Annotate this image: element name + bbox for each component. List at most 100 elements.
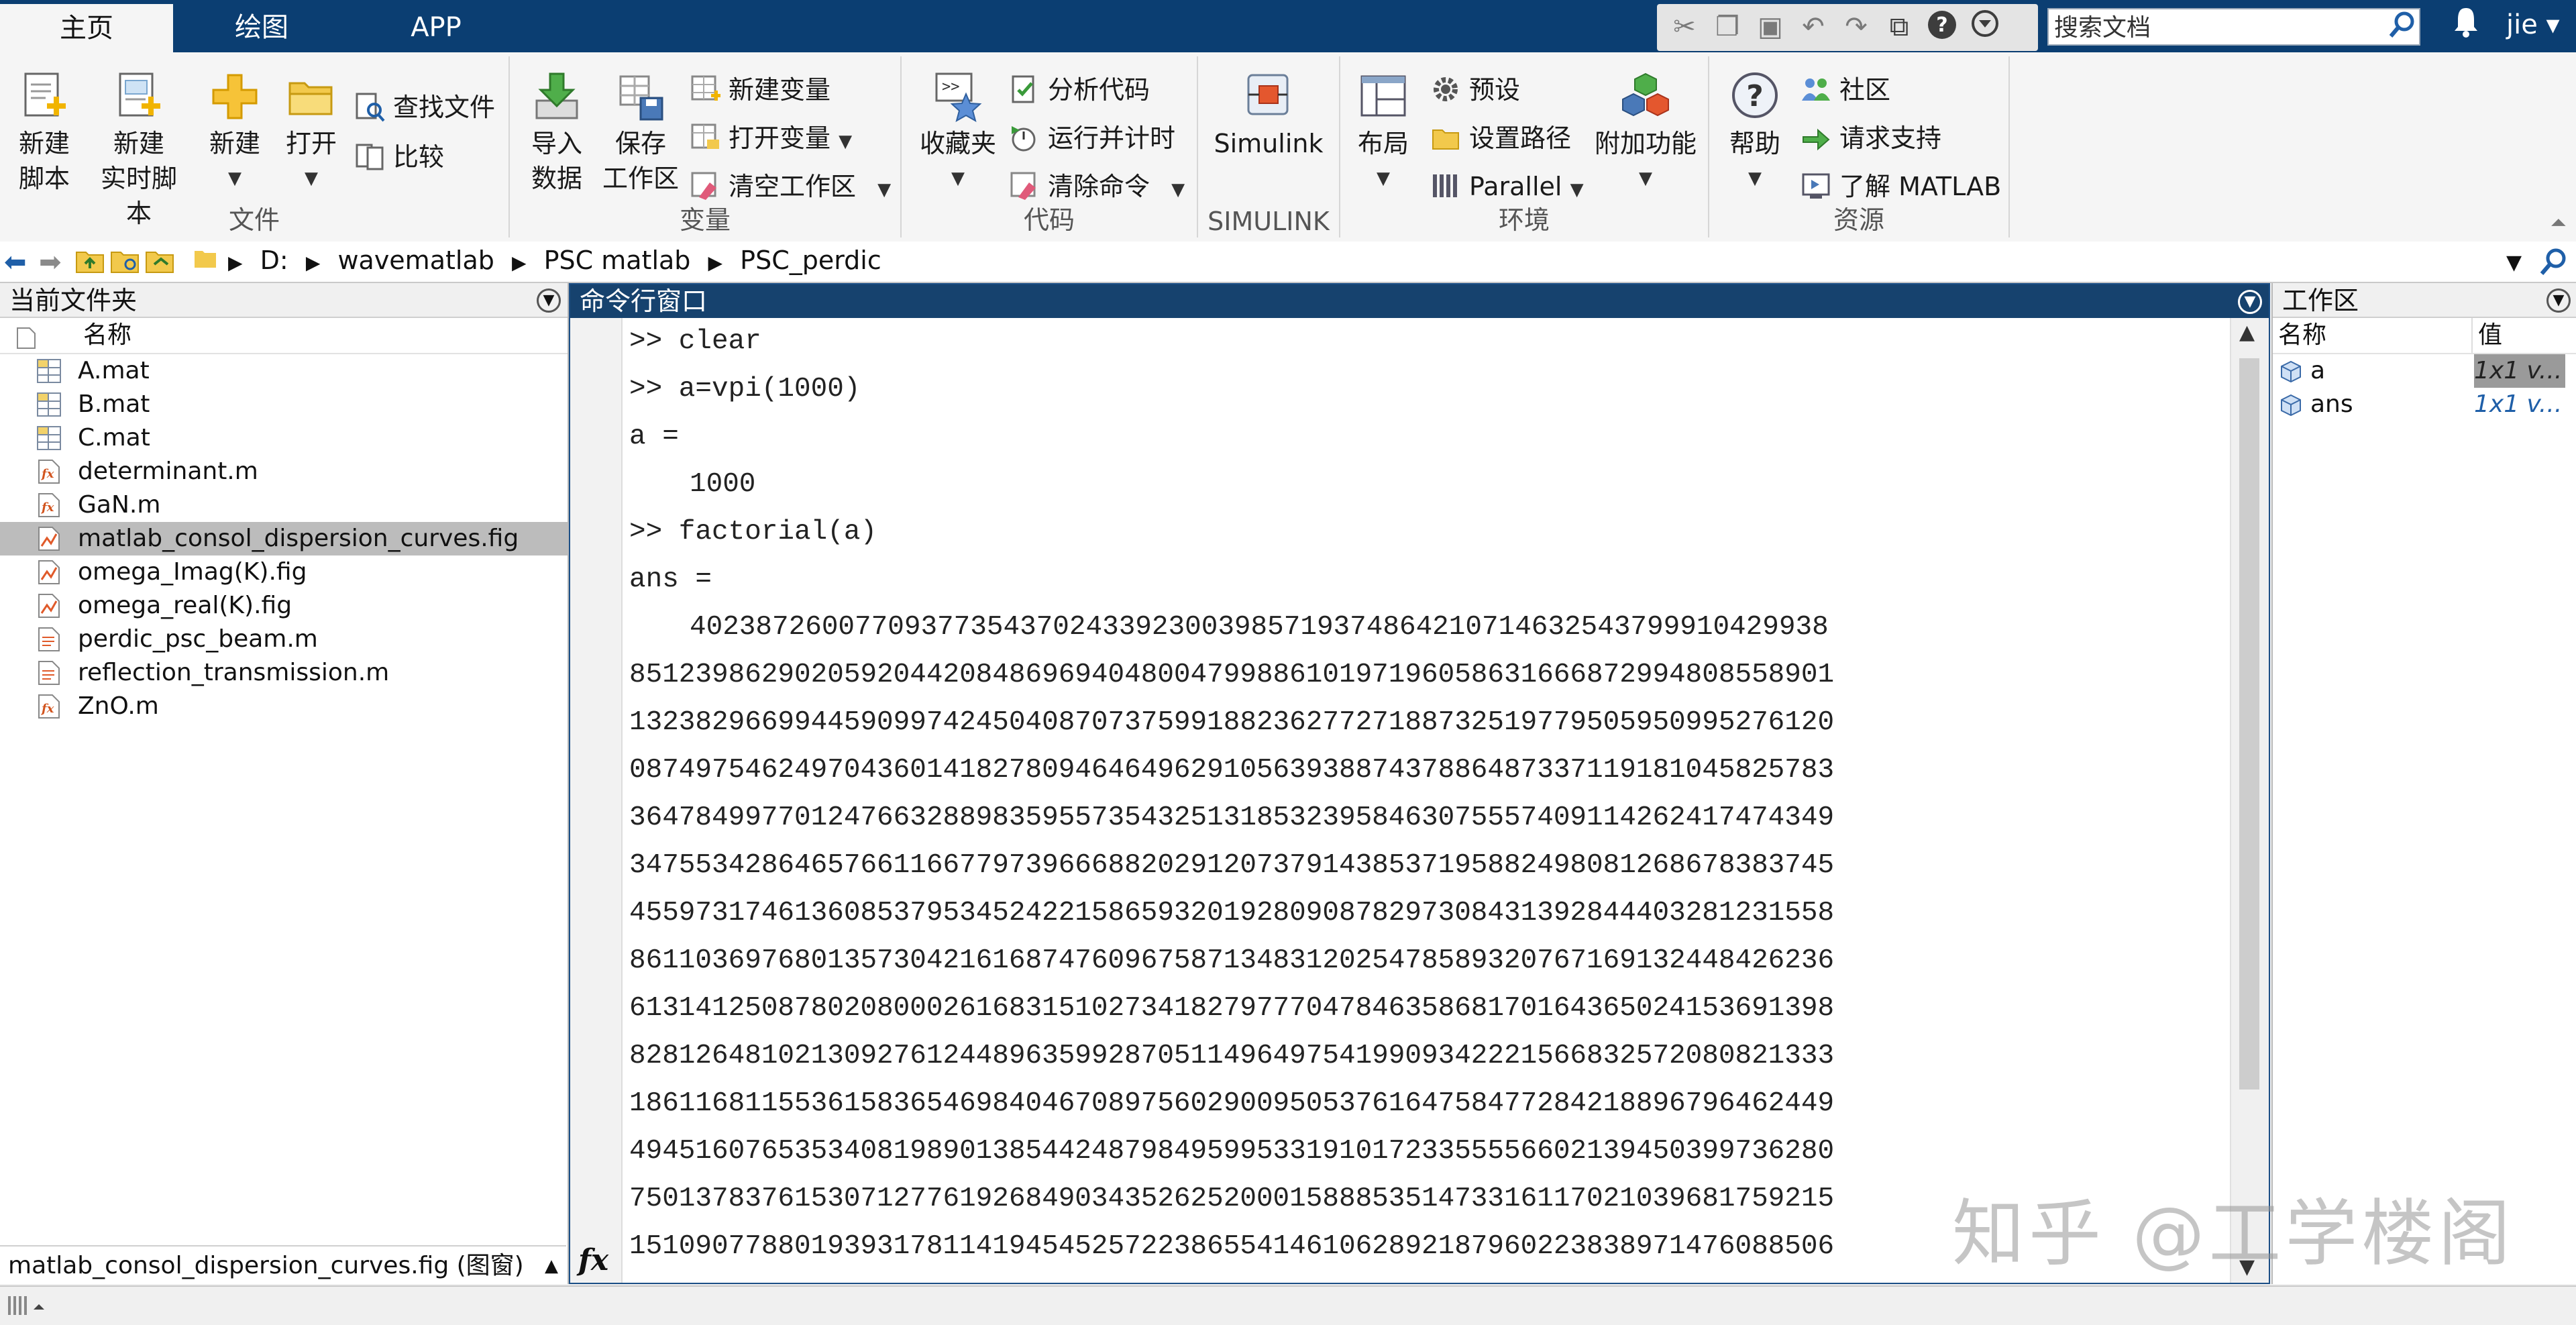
- workspace-value-column[interactable]: 值: [2471, 318, 2502, 353]
- preferences-button[interactable]: 预设: [1430, 70, 1520, 110]
- code-group-label: 代码: [1023, 205, 1075, 235]
- workspace-variable-row[interactable]: ans 1x1 v...: [2273, 388, 2576, 421]
- file-name: matlab_consol_dispersion_curves.fig: [78, 525, 519, 552]
- find-files-icon: [354, 91, 385, 122]
- file-row[interactable]: B.mat: [0, 388, 568, 421]
- tab-plots[interactable]: 绘图: [201, 0, 322, 52]
- workspace-name-column[interactable]: 名称: [2278, 318, 2326, 353]
- run-and-time-button[interactable]: 运行并计时: [1009, 118, 1175, 158]
- help-dropdown-icon[interactable]: ▼: [1721, 161, 1788, 196]
- expand-details-icon[interactable]: ▲: [545, 1247, 558, 1284]
- breadcrumb-item[interactable]: D:: [260, 246, 288, 275]
- scrollbar-thumb[interactable]: [2239, 358, 2259, 1090]
- import-data-button[interactable]: 导入 数据: [523, 70, 590, 196]
- undo-icon[interactable]: ↶: [1796, 9, 1830, 43]
- new-script-label: 新建 脚本: [18, 129, 70, 193]
- scroll-up-icon[interactable]: ▲: [2239, 321, 2255, 344]
- new-button[interactable]: 新建 ▼: [201, 70, 268, 196]
- layout-dropdown-icon[interactable]: ▼: [1350, 161, 1417, 196]
- path-search-icon[interactable]: [2538, 247, 2568, 283]
- path-dropdown-icon[interactable]: ▼: [2506, 251, 2522, 274]
- file-row[interactable]: perdic_psc_beam.m: [0, 623, 568, 656]
- community-button[interactable]: 社区: [1801, 70, 1890, 110]
- vertical-scrollbar[interactable]: ▲ ▼: [2230, 318, 2269, 1283]
- function-browser-icon[interactable]: fx: [578, 1243, 608, 1277]
- compare-button[interactable]: 比较: [354, 137, 444, 177]
- switch-windows-icon[interactable]: ⧉: [1882, 9, 1916, 43]
- file-row[interactable]: C.mat: [0, 421, 568, 455]
- find-files-button[interactable]: 查找文件: [354, 87, 495, 127]
- layout-button[interactable]: 布局 ▼: [1350, 70, 1417, 196]
- panel-menu-icon[interactable]: ▼: [2238, 290, 2262, 314]
- clear-workspace-dropdown-icon[interactable]: ▼: [877, 180, 891, 200]
- tab-home[interactable]: 主页: [0, 0, 173, 52]
- simulink-button[interactable]: Simulink: [1205, 70, 1332, 161]
- collapse-ribbon-icon[interactable]: ⏶: [2551, 211, 2567, 235]
- copy-icon[interactable]: ❐: [1711, 9, 1744, 43]
- clear-commands-dropdown-icon[interactable]: ▼: [1171, 180, 1185, 200]
- up-folder-icon[interactable]: [75, 247, 105, 280]
- clear-workspace-icon: [690, 170, 720, 201]
- set-path-button[interactable]: 设置路径: [1430, 118, 1571, 158]
- workspace-variable-row[interactable]: a 1x1 v...: [2273, 354, 2576, 388]
- address-bar: ⬅ ➡ ▶ D: ▶ wavematlab ▶ PSC matlab ▶ PSC…: [0, 242, 2576, 283]
- open-button[interactable]: 打开 ▼: [278, 70, 345, 196]
- resources-group-label: 资源: [1833, 205, 1884, 235]
- variable-value: 1x1 v...: [2474, 390, 2563, 418]
- request-support-button[interactable]: 请求支持: [1801, 118, 1941, 158]
- file-row[interactable]: fx determinant.m: [0, 455, 568, 488]
- user-menu[interactable]: jie ▾: [2506, 9, 2560, 40]
- open-variable-dropdown-icon[interactable]: ▼: [839, 131, 852, 152]
- file-row[interactable]: omega_real(K).fig: [0, 589, 568, 623]
- workspace-variable-list: a 1x1 v... ans 1x1 v...: [2273, 354, 2576, 421]
- browse-folder-icon[interactable]: [110, 247, 140, 280]
- file-row[interactable]: matlab_consol_dispersion_curves.fig: [0, 522, 568, 555]
- file-row[interactable]: fx ZnO.m: [0, 690, 568, 723]
- file-row[interactable]: A.mat: [0, 354, 568, 388]
- breadcrumb-item[interactable]: PSC_perdic: [740, 246, 881, 275]
- file-row[interactable]: omega_Imag(K).fig: [0, 555, 568, 589]
- command-window-body[interactable]: fx >> clear >> a=vpi(1000) a = 1000 >> facto…: [570, 318, 2269, 1283]
- file-row[interactable]: fx GaN.m: [0, 488, 568, 522]
- panel-menu-icon[interactable]: ▼: [2546, 288, 2571, 313]
- parallel-dropdown-icon[interactable]: ▼: [1570, 180, 1584, 200]
- file-row[interactable]: reflection_transmission.m: [0, 656, 568, 690]
- forward-arrow-icon[interactable]: ➡: [39, 247, 62, 278]
- save-workspace-button[interactable]: 保存 工作区: [597, 70, 684, 196]
- favorites-button[interactable]: >> 收藏夹 ▼: [918, 70, 998, 196]
- command-output[interactable]: >> clear >> a=vpi(1000) a = 1000 >> factoria…: [623, 318, 2229, 1283]
- paste-icon[interactable]: ▣: [1754, 9, 1787, 43]
- open-variable-button[interactable]: 打开变量 ▼: [690, 118, 852, 158]
- simulink-group: Simulink SIMULINK: [1198, 56, 1340, 237]
- help-button[interactable]: ? 帮助 ▼: [1721, 70, 1788, 196]
- redo-icon[interactable]: ↷: [1839, 9, 1873, 43]
- add-ons-dropdown-icon[interactable]: ▼: [1589, 161, 1703, 196]
- name-column-header[interactable]: 名称: [0, 318, 568, 354]
- function-file-icon: fx: [36, 459, 62, 484]
- new-script-button[interactable]: 新建 脚本: [9, 70, 79, 196]
- analyze-code-button[interactable]: 分析代码: [1009, 70, 1150, 110]
- add-ons-button[interactable]: 附加功能 ▼: [1589, 70, 1703, 196]
- toolbar-menu-icon[interactable]: [1968, 9, 2002, 43]
- import-data-icon: [530, 70, 584, 123]
- favorites-dropdown-icon[interactable]: ▼: [918, 161, 998, 196]
- new-dropdown-icon[interactable]: ▼: [201, 161, 268, 196]
- help-icon[interactable]: ?: [1925, 9, 1959, 43]
- breadcrumb-item[interactable]: wavematlab: [337, 246, 494, 275]
- panel-menu-icon[interactable]: ▼: [537, 288, 561, 313]
- open-dropdown-icon[interactable]: ▼: [278, 161, 345, 196]
- file-details-bar[interactable]: matlab_consol_dispersion_curves.fig (图窗)…: [0, 1245, 566, 1284]
- breadcrumb-item[interactable]: PSC matlab: [544, 246, 691, 275]
- notification-bell-icon[interactable]: [2453, 5, 2479, 45]
- folder-history-icon[interactable]: [145, 247, 174, 280]
- cut-icon[interactable]: ✂: [1668, 9, 1701, 43]
- file-name: ZnO.m: [78, 692, 159, 720]
- save-workspace-label: 保存 工作区: [602, 129, 679, 193]
- search-input[interactable]: [2053, 11, 2377, 44]
- new-variable-button[interactable]: 新建变量: [690, 70, 830, 110]
- status-bar-grip-icon[interactable]: [7, 1293, 50, 1320]
- tab-apps[interactable]: APP: [376, 0, 496, 52]
- back-arrow-icon[interactable]: ⬅: [4, 247, 27, 278]
- compare-icon: [354, 141, 385, 172]
- search-icon[interactable]: [2388, 11, 2415, 47]
